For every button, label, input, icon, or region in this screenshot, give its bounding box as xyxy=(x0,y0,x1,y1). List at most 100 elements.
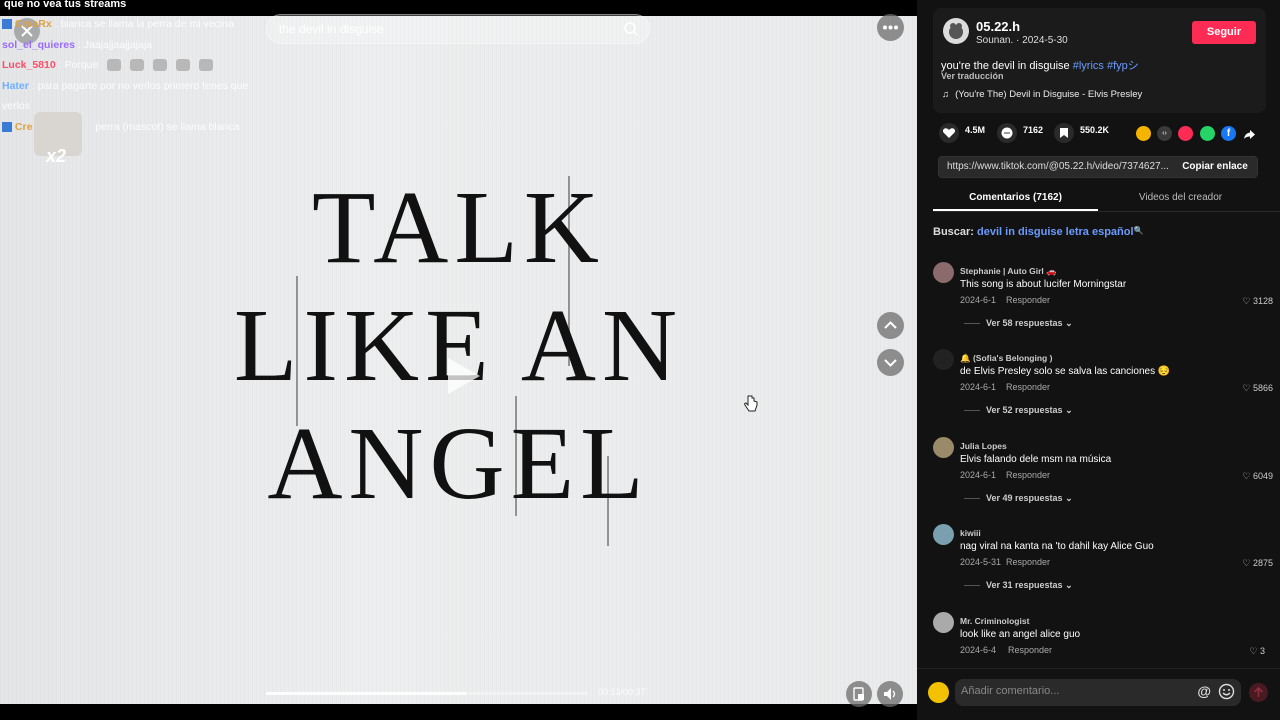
comment-like[interactable]: ♡ 2875 xyxy=(1242,558,1273,569)
reply-button[interactable]: Responder xyxy=(1006,295,1050,305)
chat-user: sol_el_quieres xyxy=(2,38,75,51)
reply-button[interactable]: Responder xyxy=(1006,382,1050,392)
copy-link-button[interactable]: Copiar enlace xyxy=(1173,157,1257,177)
comment-input[interactable]: Añadir comentario... @ xyxy=(955,679,1241,706)
comment-like[interactable]: ♡ 6049 xyxy=(1242,471,1273,482)
platform-icon xyxy=(2,19,12,30)
comment-date: 2024-6-4 xyxy=(960,645,997,655)
hashtags[interactable]: #lyrics #fyp xyxy=(1073,60,1128,72)
picture-in-picture-icon xyxy=(853,687,864,701)
commenter-name[interactable]: Julia Lopes xyxy=(960,441,1007,451)
save-stat[interactable]: 550.2K xyxy=(1054,123,1110,143)
emoji-icon[interactable] xyxy=(1218,683,1235,705)
heart-icon[interactable]: ♡ xyxy=(1249,646,1257,656)
commenter-name[interactable]: Mr. Criminologist xyxy=(960,616,1029,626)
more-options-button[interactable] xyxy=(877,14,904,41)
commenter-name[interactable]: Stephanie | Auto Girl 🚗 xyxy=(960,266,1057,277)
bookmark-icon[interactable] xyxy=(1054,123,1074,143)
tab-creator-videos[interactable]: Videos del creador xyxy=(1098,192,1263,203)
play-icon[interactable] xyxy=(440,354,484,398)
comment-icon[interactable] xyxy=(997,123,1017,143)
send-comment-button[interactable] xyxy=(1249,683,1268,702)
progress-bar[interactable] xyxy=(266,692,588,695)
comment-like[interactable]: ♡ 5866 xyxy=(1242,383,1273,394)
view-replies-label: Ver 49 respuestas xyxy=(986,493,1063,503)
reply-button[interactable]: Responder xyxy=(1008,645,1052,655)
cat-emote-icon xyxy=(130,59,145,72)
whatsapp-icon[interactable] xyxy=(1200,126,1215,141)
like-count: 4.5M xyxy=(965,125,986,135)
chat-message: CrssRx : bianca se llama la perra de mi … xyxy=(2,14,272,35)
view-replies-button[interactable]: Ver 31 respuestas ⌄ xyxy=(964,580,1073,591)
send-to-friends-icon[interactable] xyxy=(1178,126,1193,141)
like-stat[interactable]: 4.5M xyxy=(939,123,986,143)
view-replies-button[interactable]: Ver 49 respuestas ⌄ xyxy=(964,493,1073,504)
comment-like-count: 3128 xyxy=(1252,296,1273,306)
search-suggestion[interactable]: Buscar: devil in disguise letra español🔍 xyxy=(933,226,1144,238)
follow-button[interactable]: Seguir xyxy=(1192,21,1256,44)
heart-icon[interactable]: ♡ xyxy=(1242,383,1250,393)
search-input[interactable]: the devil in disguise xyxy=(266,14,650,44)
view-replies-label: Ver 31 respuestas xyxy=(986,580,1063,590)
tab-comments[interactable]: Comentarios (7162) xyxy=(933,192,1098,203)
mention-button[interactable]: @ xyxy=(1197,683,1211,699)
view-replies-button[interactable]: Ver 52 respuestas ⌄ xyxy=(964,405,1073,416)
view-replies-button[interactable]: Ver 58 respuestas ⌄ xyxy=(964,318,1073,329)
search-placeholder: the devil in disguise xyxy=(279,22,384,36)
view-replies-label: Ver 52 respuestas xyxy=(986,405,1063,415)
next-video-button[interactable] xyxy=(877,349,904,376)
sticker-multiplier: x2 xyxy=(46,146,67,166)
commenter-avatar[interactable] xyxy=(933,349,954,370)
comment-like[interactable]: ♡ 3 xyxy=(1249,646,1265,657)
platform-icon xyxy=(2,121,12,132)
commenter-name[interactable]: kiwiii xyxy=(960,528,981,538)
comment-text: Elvis falando dele msm na música xyxy=(960,454,1112,465)
chevron-down-icon: ⌄ xyxy=(1065,493,1073,503)
share-link-box: https://www.tiktok.com/@05.22.h/video/73… xyxy=(938,156,1258,178)
heart-icon[interactable]: ♡ xyxy=(1242,471,1250,481)
heart-icon[interactable] xyxy=(939,123,959,143)
comment-like-count: 6049 xyxy=(1252,471,1273,481)
facebook-icon[interactable]: f xyxy=(1221,126,1236,141)
share-friends-icon[interactable] xyxy=(1136,126,1151,141)
embed-code-icon[interactable]: ‹› xyxy=(1157,126,1172,141)
comment-like-count: 5866 xyxy=(1252,383,1273,393)
chat-text: : Porque xyxy=(58,59,99,71)
commenter-avatar[interactable] xyxy=(933,437,954,458)
music-info[interactable]: ♫ (You're The) Devil in Disguise - Elvis … xyxy=(942,89,1142,100)
my-avatar xyxy=(928,682,949,703)
comment-stat[interactable]: 7162 xyxy=(997,123,1043,143)
share-link-url[interactable]: https://www.tiktok.com/@05.22.h/video/73… xyxy=(947,161,1169,172)
share-arrow-icon[interactable] xyxy=(1242,127,1257,142)
chat-text: perra (mascot) se llama blanca xyxy=(95,120,240,133)
chat-user: Cre xyxy=(14,120,33,133)
playback-time: 00:13/00:37 xyxy=(598,687,646,697)
previous-video-button[interactable] xyxy=(877,312,904,339)
view-replies-label: Ver 58 respuestas xyxy=(986,318,1063,328)
commenter-avatar[interactable] xyxy=(933,612,954,633)
heart-icon[interactable]: ♡ xyxy=(1242,296,1250,306)
search-suggestion-label: Buscar: xyxy=(933,226,974,238)
chevron-down-icon xyxy=(884,359,897,367)
chevron-down-icon: ⌄ xyxy=(1065,405,1073,415)
chat-text: : para pagarte por no verlos primero ten… xyxy=(31,79,249,92)
commenter-avatar[interactable] xyxy=(933,524,954,545)
save-count: 550.2K xyxy=(1080,125,1110,135)
commenter-avatar[interactable] xyxy=(933,262,954,283)
reply-button[interactable]: Responder xyxy=(1006,470,1050,480)
tab-divider xyxy=(933,211,1280,212)
ellipsis-icon xyxy=(883,25,898,30)
pip-button[interactable] xyxy=(846,681,872,707)
music-note-icon: ♫ xyxy=(942,89,950,100)
author-name[interactable]: 05.22.h xyxy=(976,19,1020,34)
author-avatar[interactable] xyxy=(943,18,969,44)
translate-link[interactable]: Ver traducción xyxy=(941,71,1004,81)
volume-button[interactable] xyxy=(877,681,903,707)
search-icon[interactable] xyxy=(623,21,639,42)
comment-like[interactable]: ♡ 3128 xyxy=(1242,296,1273,307)
lyric-line-1: TALK xyxy=(312,170,605,285)
search-suggestion-query[interactable]: devil in disguise letra español xyxy=(977,226,1134,238)
commenter-name[interactable]: 🔔 (Sofia's Belonging ) xyxy=(960,353,1052,364)
heart-icon[interactable]: ♡ xyxy=(1242,558,1250,568)
reply-button[interactable]: Responder xyxy=(1006,557,1050,567)
